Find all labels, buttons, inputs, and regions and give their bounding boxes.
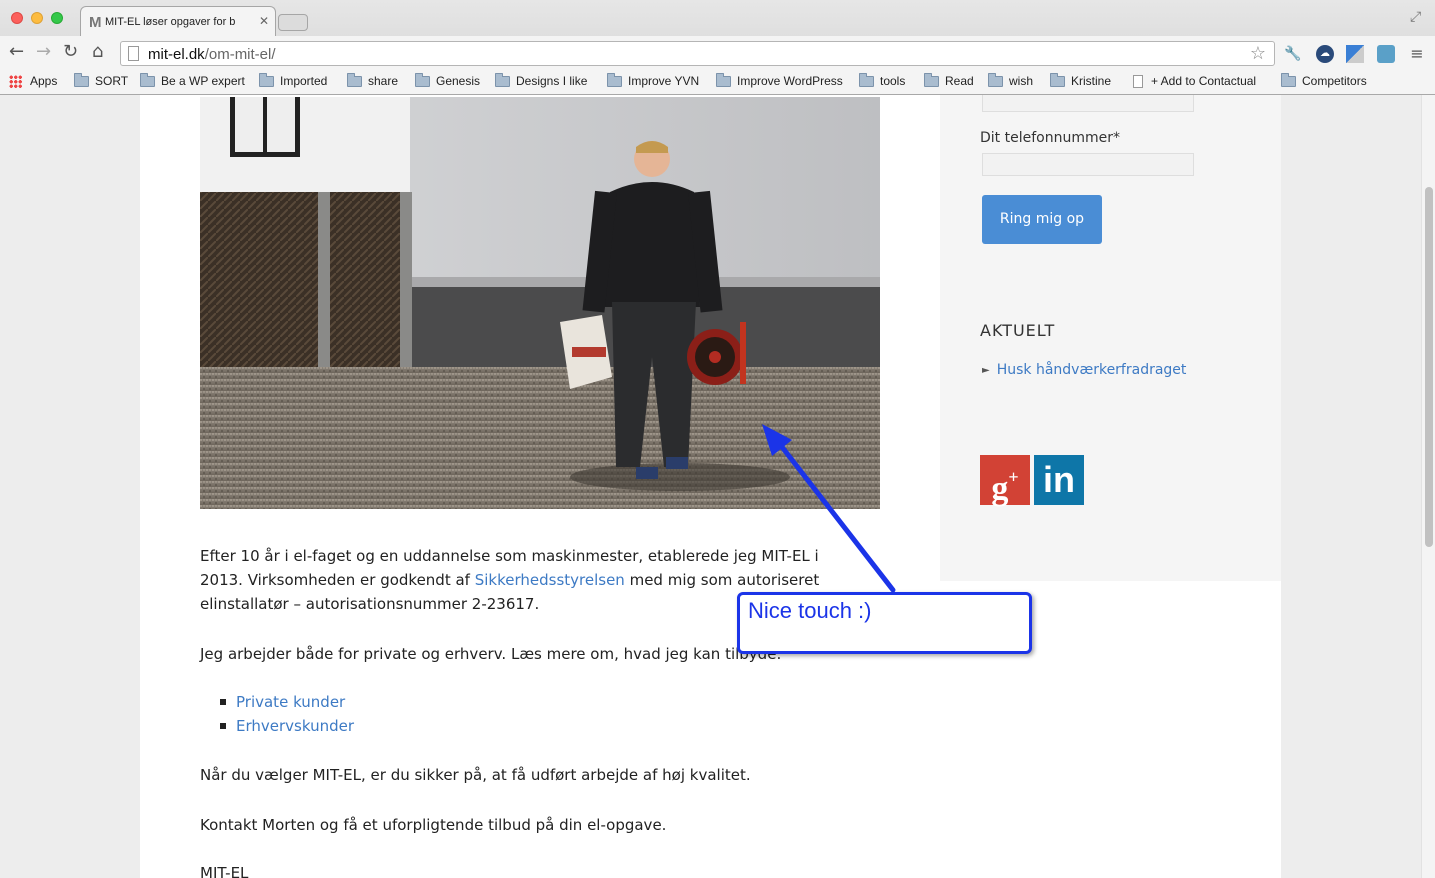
annotation-callout: Nice touch :) <box>737 592 1032 654</box>
arrow-shaft <box>772 435 896 593</box>
annotation-text: Nice touch :) <box>748 598 872 623</box>
annotation-arrow <box>762 424 896 593</box>
